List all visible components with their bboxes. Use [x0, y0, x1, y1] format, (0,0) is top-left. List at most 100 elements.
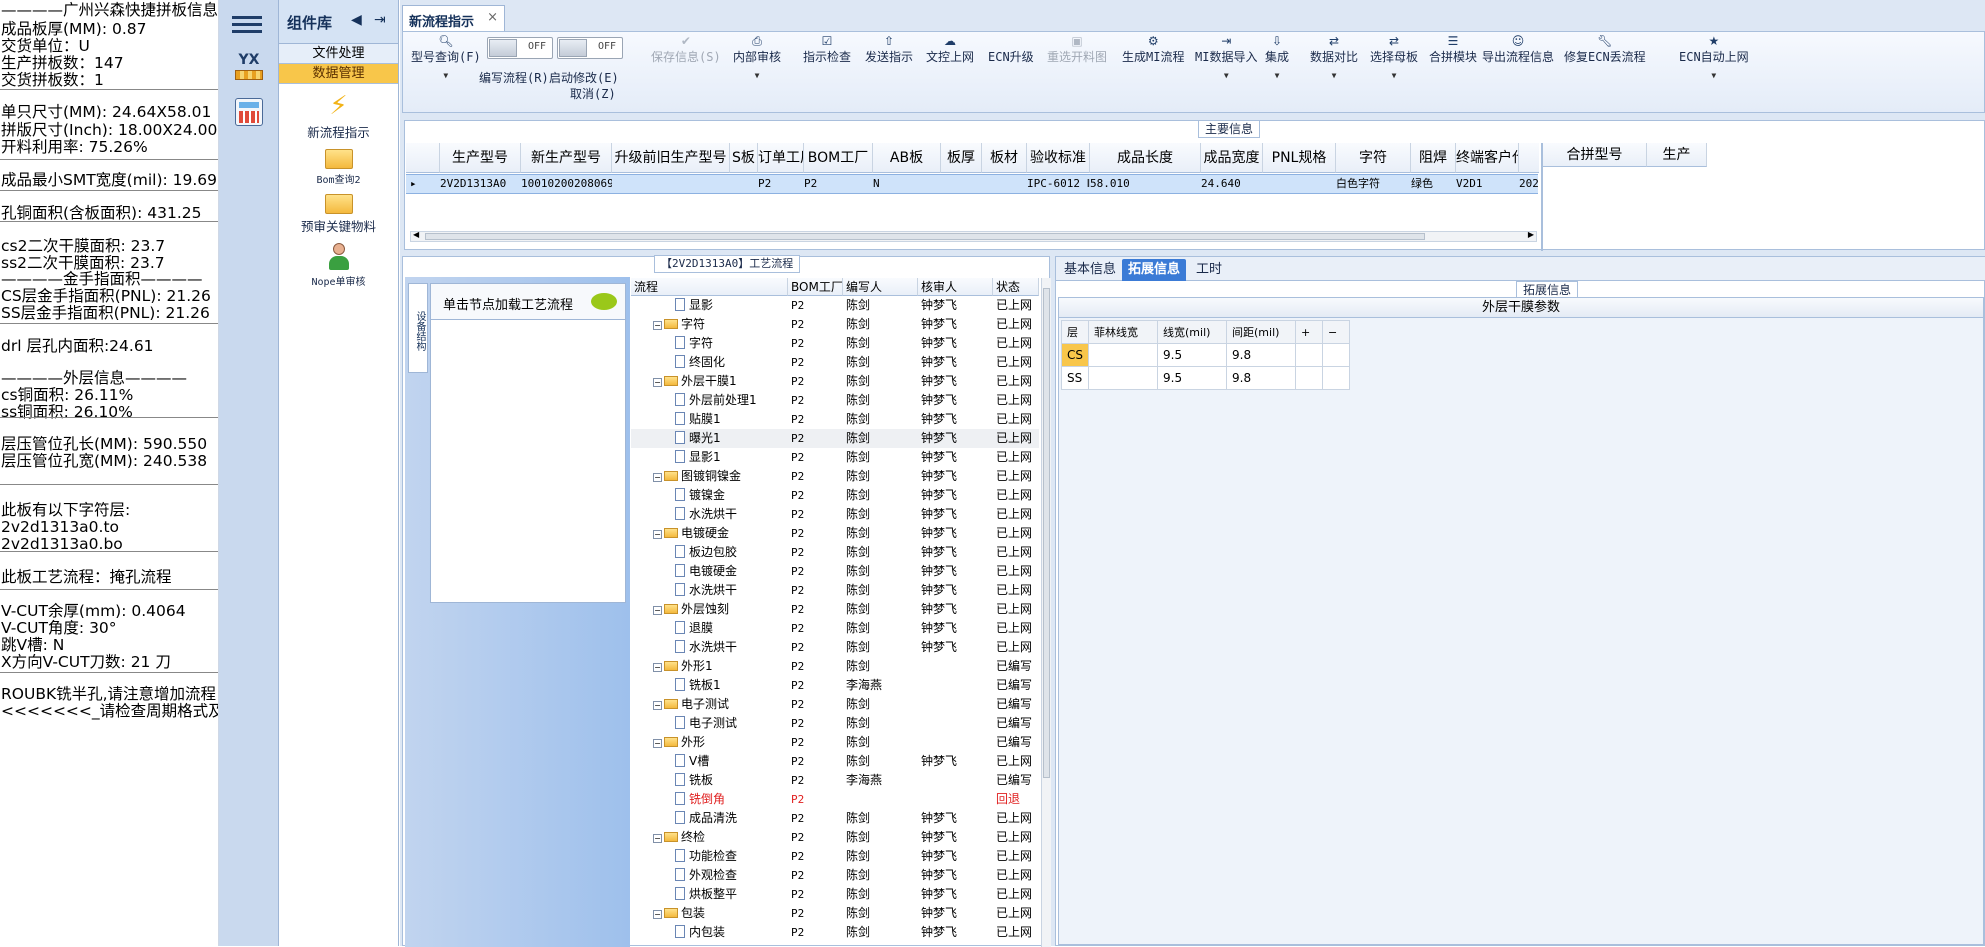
ribbon-button[interactable]: ⇧ 发送指示: [865, 34, 913, 65]
cancel-button[interactable]: 取消(Z): [570, 85, 616, 102]
horizontal-scrollbar[interactable]: ◀ ▶: [410, 230, 1537, 242]
column-header[interactable]: 层: [1061, 320, 1089, 344]
table-cell[interactable]: 9.8: [1226, 366, 1296, 390]
pin-icon[interactable]: ⇥: [374, 12, 386, 28]
column-header[interactable]: 成品长度: [1090, 143, 1201, 173]
column-header[interactable]: 线宽(mil): [1157, 320, 1227, 344]
ribbon-button[interactable]: ☁ 文控上网: [926, 34, 974, 65]
ribbon-button[interactable]: ☰ 合拼模块: [1429, 34, 1477, 65]
table-cell[interactable]: 9.5: [1157, 343, 1227, 367]
tree-row[interactable]: 显影1 P2 陈剑 钟梦飞 已上网: [631, 448, 1039, 467]
column-header[interactable]: +: [1295, 320, 1323, 344]
tree-row[interactable]: 水洗烘干 P2 陈剑 钟梦飞 已上网: [631, 581, 1039, 600]
collapse-icon[interactable]: −: [653, 701, 662, 710]
table-cell[interactable]: [1295, 343, 1323, 367]
tree-row[interactable]: 曝光1 P2 陈剑 钟梦飞 已上网: [631, 429, 1039, 448]
library-item-new-process[interactable]: ⚡ 新流程指示: [279, 92, 398, 141]
ribbon-button[interactable]: ☑ 指示检查: [803, 34, 851, 65]
column-header[interactable]: 板厚: [941, 143, 982, 173]
tree-row[interactable]: 电子测试 P2 陈剑 已编写: [631, 714, 1039, 733]
column-header[interactable]: 板材: [982, 143, 1027, 173]
tree-row[interactable]: 电镀硬金 P2 陈剑 钟梦飞 已上网: [631, 562, 1039, 581]
ribbon-button[interactable]: ★ ECN自动上网 ▼: [1679, 34, 1749, 80]
column-header[interactable]: 合拼型号: [1543, 143, 1647, 167]
tree-row[interactable]: 内包装 P2 陈剑 钟梦飞 已上网: [631, 923, 1039, 942]
ribbon-button[interactable]: 🔧︎ 修复ECN丢流程: [1564, 34, 1646, 65]
close-icon[interactable]: ×: [487, 10, 498, 25]
table-cell[interactable]: [1088, 366, 1158, 390]
detail-tab[interactable]: 基本信息: [1058, 259, 1122, 281]
yx-app-icon[interactable]: YX: [231, 52, 267, 86]
tree-row[interactable]: − 外形 P2 陈剑 已编写: [631, 733, 1039, 752]
column-header[interactable]: 生产型号: [440, 143, 521, 173]
collapse-icon[interactable]: −: [653, 834, 662, 843]
column-header[interactable]: BOM工厂: [788, 278, 843, 296]
library-item-prereview-materials[interactable]: 预审关键物料: [279, 194, 398, 235]
tree-row[interactable]: 外层前处理1 P2 陈剑 钟梦飞 已上网: [631, 391, 1039, 410]
toggle-label[interactable]: 编写流程(R): [479, 69, 549, 86]
collapse-left-icon[interactable]: ◀: [351, 12, 362, 28]
vertical-scrollbar[interactable]: [1041, 278, 1051, 947]
column-header[interactable]: 阻焊: [1411, 143, 1456, 173]
tree-row[interactable]: − 外形1 P2 陈剑 已编写: [631, 657, 1039, 676]
collapse-icon[interactable]: −: [653, 321, 662, 330]
toggle-switch[interactable]: OFF: [487, 37, 553, 59]
tree-row[interactable]: 成品清洗 P2 陈剑 钟梦飞 已上网: [631, 809, 1039, 828]
column-header[interactable]: 升级前旧生产型号: [612, 143, 730, 173]
library-item-bom-query[interactable]: Bom查询2: [279, 149, 398, 186]
toggle-label[interactable]: 启动修改(E): [549, 69, 619, 86]
detail-tab[interactable]: 工时: [1190, 259, 1228, 281]
column-header[interactable]: 状态: [993, 278, 1039, 296]
collapse-icon[interactable]: −: [653, 378, 662, 387]
column-header[interactable]: S板: [730, 143, 758, 173]
column-header[interactable]: 验收标准: [1027, 143, 1090, 173]
table-cell[interactable]: [1322, 366, 1350, 390]
column-header[interactable]: 核审人: [918, 278, 993, 296]
tree-row[interactable]: 水洗烘干 P2 陈剑 钟梦飞 已上网: [631, 638, 1039, 657]
table-row[interactable]: SS 9.5 9.8: [1061, 366, 1350, 390]
detail-tab[interactable]: 拓展信息: [1122, 259, 1187, 281]
tree-row[interactable]: − 终检 P2 陈剑 钟梦飞 已上网: [631, 828, 1039, 847]
column-header[interactable]: 成品宽度: [1201, 143, 1263, 173]
column-header[interactable]: 型号创建时间: [1519, 143, 1539, 173]
tree-row[interactable]: 水洗烘干 P2 陈剑 钟梦飞 已上网: [631, 505, 1039, 524]
column-header[interactable]: 生产: [1647, 143, 1707, 167]
column-header[interactable]: AB板: [873, 143, 941, 173]
column-header[interactable]: 编写人: [843, 278, 918, 296]
ribbon-button[interactable]: ⚙ 生成MI流程: [1122, 34, 1184, 65]
tree-row[interactable]: 铣板1 P2 李海燕 已编写: [631, 676, 1039, 695]
tree-row[interactable]: 铣板 P2 李海燕 已编写: [631, 771, 1039, 790]
collapse-icon[interactable]: −: [653, 739, 662, 748]
tree-row[interactable]: − 电镀硬金 P2 陈剑 钟梦飞 已上网: [631, 524, 1039, 543]
scroll-right-icon[interactable]: ▶: [1528, 230, 1534, 239]
tree-row[interactable]: − 字符 P2 陈剑 钟梦飞 已上网: [631, 315, 1039, 334]
column-header[interactable]: BOM工厂: [804, 143, 873, 173]
column-header[interactable]: 菲林线宽: [1088, 320, 1158, 344]
tree-row[interactable]: 显影 P2 陈剑 钟梦飞 已上网: [631, 296, 1039, 315]
column-header[interactable]: 流程: [631, 278, 788, 296]
table-cell[interactable]: 9.5: [1157, 366, 1227, 390]
tree-row[interactable]: 贴膜1 P2 陈剑 钟梦飞 已上网: [631, 410, 1039, 429]
column-header[interactable]: 终端客户代码: [1456, 143, 1519, 173]
ribbon-button[interactable]: ✔ 保存信息(S): [651, 34, 721, 65]
scroll-left-icon[interactable]: ◀: [413, 230, 419, 239]
ribbon-button[interactable]: ⇄ 选择母板 ▼: [1370, 34, 1418, 80]
tree-row[interactable]: 镀镍金 P2 陈剑 钟梦飞 已上网: [631, 486, 1039, 505]
tree-row[interactable]: − 外层干膜1 P2 陈剑 钟梦飞 已上网: [631, 372, 1039, 391]
collapse-icon[interactable]: −: [653, 910, 662, 919]
column-header[interactable]: 间距(mil): [1226, 320, 1296, 344]
ribbon-button[interactable]: ▣ 重选开料图: [1047, 34, 1107, 65]
section-data-management[interactable]: 数据管理: [279, 64, 398, 84]
tree-row[interactable]: − 图镀铜镍金 P2 陈剑 钟梦飞 已上网: [631, 467, 1039, 486]
side-tab[interactable]: 设备结构: [408, 283, 428, 373]
collapse-icon[interactable]: −: [653, 606, 662, 615]
ribbon-button[interactable]: ⇄ 数据对比 ▼: [1310, 34, 1358, 80]
tree-row[interactable]: 功能检查 P2 陈剑 钟梦飞 已上网: [631, 847, 1039, 866]
library-item-nope-review[interactable]: Nope单审核: [279, 243, 398, 288]
tree-row[interactable]: 外观检查 P2 陈剑 钟梦飞 已上网: [631, 866, 1039, 885]
tree-row[interactable]: 终固化 P2 陈剑 钟梦飞 已上网: [631, 353, 1039, 372]
ribbon-button[interactable]: ECN升级: [988, 34, 1034, 65]
table-cell[interactable]: 9.8: [1226, 343, 1296, 367]
tree-row[interactable]: 字符 P2 陈剑 钟梦飞 已上网: [631, 334, 1039, 353]
tree-row[interactable]: − 外层蚀刻 P2 陈剑 钟梦飞 已上网: [631, 600, 1039, 619]
